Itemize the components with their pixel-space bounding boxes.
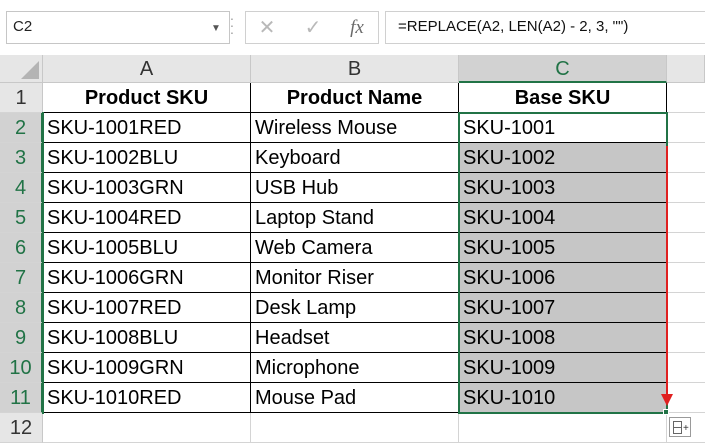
table-cell[interactable]: SKU-1002BLU bbox=[43, 143, 251, 173]
row-header-6[interactable]: 6 bbox=[0, 233, 43, 263]
empty-cell[interactable] bbox=[667, 113, 705, 143]
empty-cell[interactable] bbox=[667, 353, 705, 383]
table-header-cell[interactable]: Product Name bbox=[251, 83, 459, 113]
cancel-icon[interactable]: ✕ bbox=[252, 14, 282, 42]
formula-buttons: ✕ ✓ fx bbox=[245, 11, 379, 44]
column-header-a[interactable]: A bbox=[43, 55, 251, 83]
table-cell[interactable]: Wireless Mouse bbox=[251, 113, 459, 143]
table-cell[interactable]: SKU-1006 bbox=[459, 263, 667, 293]
table-header-cell[interactable]: Base SKU bbox=[459, 83, 667, 113]
row-header-12[interactable]: 12 bbox=[0, 413, 43, 443]
resize-grip-icon[interactable]: · · · bbox=[229, 11, 235, 39]
table-cell[interactable]: SKU-1001RED bbox=[43, 113, 251, 143]
table-cell[interactable]: SKU-1004 bbox=[459, 203, 667, 233]
table-cell[interactable]: SKU-1010RED bbox=[43, 383, 251, 413]
worksheet-grid: A B C 1 2 3 4 5 6 7 8 9 10 11 12 Product SKU Product Na… bbox=[0, 55, 705, 444]
table-cell[interactable]: Mouse Pad bbox=[251, 383, 459, 413]
table-cell[interactable]: Desk Lamp bbox=[251, 293, 459, 323]
empty-cell[interactable] bbox=[667, 233, 705, 263]
column-header-blank[interactable] bbox=[667, 55, 705, 83]
table-cell[interactable]: Web Camera bbox=[251, 233, 459, 263]
table-cell[interactable]: Keyboard bbox=[251, 143, 459, 173]
range-border bbox=[42, 112, 44, 414]
table-cell[interactable]: SKU-1003GRN bbox=[43, 173, 251, 203]
table-cell[interactable]: SKU-1003 bbox=[459, 173, 667, 203]
table-cell[interactable]: Headset bbox=[251, 323, 459, 353]
fill-handle[interactable] bbox=[663, 409, 669, 415]
empty-cell[interactable] bbox=[667, 173, 705, 203]
empty-cell[interactable] bbox=[43, 413, 251, 443]
table-cell[interactable]: USB Hub bbox=[251, 173, 459, 203]
row-header-5[interactable]: 5 bbox=[0, 203, 43, 233]
table-cell[interactable]: Microphone bbox=[251, 353, 459, 383]
dropdown-arrow-icon[interactable]: ▼ bbox=[211, 23, 221, 34]
autofill-options-icon[interactable]: + bbox=[669, 417, 691, 437]
empty-cell[interactable] bbox=[667, 203, 705, 233]
table-cell[interactable]: SKU-1009 bbox=[459, 353, 667, 383]
table-cell[interactable]: SKU-1007RED bbox=[43, 293, 251, 323]
formula-input[interactable]: =REPLACE(A2, LEN(A2) - 2, 3, "") bbox=[385, 11, 705, 44]
fill-down-arrow-icon bbox=[666, 146, 668, 396]
row-header-2[interactable]: 2 bbox=[0, 113, 43, 143]
empty-cell[interactable] bbox=[459, 413, 667, 443]
name-box-value: C2 bbox=[13, 18, 33, 35]
empty-cell[interactable] bbox=[667, 323, 705, 353]
name-box[interactable]: C2 ▼ bbox=[6, 11, 230, 44]
table-cell[interactable]: SKU-1008 bbox=[459, 323, 667, 353]
formula-text: =REPLACE(A2, LEN(A2) - 2, 3, "") bbox=[398, 18, 629, 35]
column-header-c[interactable]: C bbox=[459, 55, 667, 83]
table-cell[interactable]: SKU-1010 bbox=[459, 383, 667, 413]
table-cell[interactable]: SKU-1005BLU bbox=[43, 233, 251, 263]
formula-bar-area: C2 ▼ · · · ✕ ✓ fx =REPLACE(A2, LEN(A2) - 2… bbox=[0, 0, 705, 55]
row-header-3[interactable]: 3 bbox=[0, 143, 43, 173]
empty-cell[interactable] bbox=[667, 83, 705, 113]
row-header-11[interactable]: 11 bbox=[0, 383, 43, 413]
table-cell[interactable]: SKU-1008BLU bbox=[43, 323, 251, 353]
table-cell[interactable]: SKU-1009GRN bbox=[43, 353, 251, 383]
row-header-4[interactable]: 4 bbox=[0, 173, 43, 203]
row-header-7[interactable]: 7 bbox=[0, 263, 43, 293]
empty-cell[interactable] bbox=[667, 143, 705, 173]
table-cell[interactable]: SKU-1007 bbox=[459, 293, 667, 323]
column-header-b[interactable]: B bbox=[251, 55, 459, 83]
fill-down-arrow-head bbox=[661, 394, 673, 406]
empty-cell[interactable] bbox=[667, 293, 705, 323]
table-cell[interactable]: SKU-1002 bbox=[459, 143, 667, 173]
table-cell[interactable]: SKU-1006GRN bbox=[43, 263, 251, 293]
row-header-10[interactable]: 10 bbox=[0, 353, 43, 383]
row-header-1[interactable]: 1 bbox=[0, 83, 43, 113]
function-fx-icon[interactable]: fx bbox=[342, 14, 372, 42]
table-cell[interactable]: SKU-1004RED bbox=[43, 203, 251, 233]
table-cell[interactable]: SKU-1001 bbox=[459, 113, 667, 143]
empty-cell[interactable] bbox=[251, 413, 459, 443]
row-header-9[interactable]: 9 bbox=[0, 323, 43, 353]
row-header-8[interactable]: 8 bbox=[0, 293, 43, 323]
empty-cell[interactable] bbox=[667, 263, 705, 293]
enter-check-icon[interactable]: ✓ bbox=[298, 14, 328, 42]
table-cell[interactable]: SKU-1005 bbox=[459, 233, 667, 263]
table-header-cell[interactable]: Product SKU bbox=[43, 83, 251, 113]
select-all-triangle-icon bbox=[21, 61, 39, 79]
table-cell[interactable]: Laptop Stand bbox=[251, 203, 459, 233]
select-all-button[interactable] bbox=[0, 55, 43, 83]
table-cell[interactable]: Monitor Riser bbox=[251, 263, 459, 293]
